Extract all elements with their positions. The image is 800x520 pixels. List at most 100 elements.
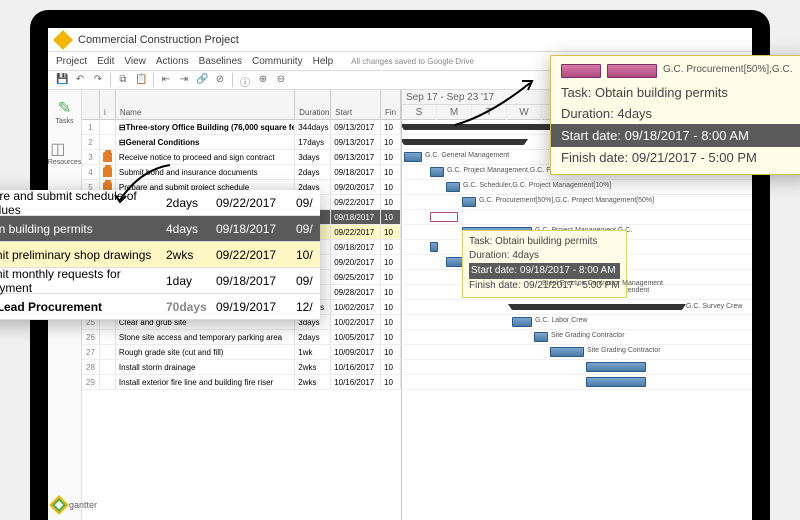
table-row[interactable]: omit preliminary shop drawings2wks09/22/… — [0, 242, 320, 268]
gantt-bar[interactable] — [404, 139, 524, 145]
menu-help[interactable]: Help — [313, 56, 334, 67]
sidebar-tasks[interactable]: ✎ Tasks — [55, 98, 75, 125]
task-start[interactable]: 09/22/2017 — [331, 195, 381, 209]
col-info[interactable]: i — [100, 90, 116, 119]
table-row[interactable]: 26Stone site access and temporary parkin… — [82, 330, 401, 345]
gantt-row[interactable]: Site Grading Contractor — [402, 345, 752, 360]
table-row[interactable]: 29Install exterior fire line and buildin… — [82, 375, 401, 390]
gantt-row[interactable]: G.C. Procurement[50%],G.C. Project Manag… — [402, 195, 752, 210]
task-finish[interactable]: 10 — [381, 255, 401, 269]
table-row[interactable]: g Lead Procurement70days09/19/201712/ — [0, 294, 320, 320]
task-duration[interactable]: 2wks — [295, 375, 331, 389]
task-start[interactable]: 09/13/2017 — [331, 150, 381, 164]
undo-icon[interactable]: ↶ — [74, 74, 86, 86]
table-row[interactable]: tain building permits4days09/18/201709/ — [0, 216, 320, 242]
task-finish[interactable]: 10 — [381, 225, 401, 239]
task-finish[interactable]: 10 — [381, 240, 401, 254]
redo-icon[interactable]: ↷ — [92, 74, 104, 86]
task-finish[interactable]: 10 — [381, 285, 401, 299]
unlink-icon[interactable]: ⊘ — [214, 74, 226, 86]
gantt-row[interactable]: G.C. Survey Crew — [402, 300, 752, 315]
sidebar-resources[interactable]: ◫ Resources — [48, 139, 81, 166]
table-row[interactable]: 1⊟Three-story Office Building (76,000 sq… — [82, 120, 401, 135]
task-finish[interactable]: 10 — [381, 270, 401, 284]
gantt-row[interactable]: Site Grading Contractor — [402, 330, 752, 345]
outdent-icon[interactable]: ⇤ — [160, 74, 172, 86]
task-start[interactable]: 09/13/2017 — [331, 135, 381, 149]
gantt-bar[interactable]: G.C. Procurement[50%],G.C. Project Manag… — [462, 197, 476, 207]
task-finish[interactable]: 10 — [381, 300, 401, 314]
task-start[interactable]: 09/18/2017 — [331, 165, 381, 179]
task-finish[interactable]: 10 — [381, 195, 401, 209]
task-name[interactable]: Stone site access and temporary parking … — [116, 330, 295, 344]
task-finish[interactable]: 10 — [381, 120, 401, 134]
task-finish[interactable]: 10 — [381, 345, 401, 359]
task-start[interactable]: 10/16/2017 — [331, 375, 381, 389]
task-finish[interactable]: 10 — [381, 135, 401, 149]
table-row[interactable]: 4Submit bond and insurance documents2day… — [82, 165, 401, 180]
task-name[interactable]: ⊟General Conditions — [116, 135, 295, 149]
gantt-row[interactable] — [402, 360, 752, 375]
table-row[interactable]: pare and submit schedule of values2days0… — [0, 190, 320, 216]
task-duration[interactable]: 2days — [295, 165, 331, 179]
menu-actions[interactable]: Actions — [156, 56, 189, 67]
indent-icon[interactable]: ⇥ — [178, 74, 190, 86]
task-start[interactable]: 10/02/2017 — [331, 300, 381, 314]
task-duration[interactable]: 3days — [295, 150, 331, 164]
col-name[interactable]: Name — [116, 90, 295, 119]
gantt-bar[interactable] — [586, 377, 646, 387]
col-start[interactable]: Start — [331, 90, 381, 119]
gantt-bar[interactable] — [586, 362, 646, 372]
gantt-bar[interactable] — [430, 212, 458, 222]
gantt-row[interactable] — [402, 375, 752, 390]
gantt-row[interactable] — [402, 210, 752, 225]
gantt-bar[interactable]: Site Grading Contractor — [550, 347, 584, 357]
task-finish[interactable]: 10 — [381, 180, 401, 194]
gantt-bar[interactable]: G.C. Scheduler,G.C. Project Management[1… — [446, 182, 460, 192]
task-duration[interactable]: 17days — [295, 135, 331, 149]
table-row[interactable]: 27Rough grade site (cut and fill)1wk10/0… — [82, 345, 401, 360]
zoom-in-icon[interactable]: ⊕ — [257, 74, 269, 86]
task-name[interactable]: Submit bond and insurance documents — [116, 165, 295, 179]
menu-project[interactable]: Project — [56, 56, 87, 67]
task-finish[interactable]: 10 — [381, 315, 401, 329]
gantt-row[interactable]: G.C. Scheduler,G.C. Project Management[1… — [402, 180, 752, 195]
task-finish[interactable]: 10 — [381, 150, 401, 164]
col-finish[interactable]: Fin — [381, 90, 401, 119]
gantt-row[interactable]: G.C. Labor Crew — [402, 315, 752, 330]
table-row[interactable]: 3Receive notice to proceed and sign cont… — [82, 150, 401, 165]
paste-icon[interactable]: 📋 — [135, 74, 147, 86]
task-duration[interactable]: 344days — [295, 120, 331, 134]
task-name[interactable]: Install exterior fire line and building … — [116, 375, 295, 389]
info-icon[interactable]: ⓘ — [239, 74, 251, 86]
task-name[interactable]: ⊟Three-story Office Building (76,000 squ… — [116, 120, 295, 134]
gantt-bar[interactable]: G.C. Labor Crew — [512, 317, 532, 327]
task-name[interactable]: Rough grade site (cut and fill) — [116, 345, 295, 359]
task-name[interactable]: Install storm drainage — [116, 360, 295, 374]
menu-baselines[interactable]: Baselines — [199, 56, 242, 67]
copy-icon[interactable]: ⧉ — [117, 74, 129, 86]
gantt-bar[interactable]: G.C. Survey Crew — [512, 304, 682, 310]
task-start[interactable]: 09/20/2017 — [331, 255, 381, 269]
task-duration[interactable]: 1wk — [295, 345, 331, 359]
col-duration[interactable]: Duration — [295, 90, 331, 119]
task-finish[interactable]: 10 — [381, 360, 401, 374]
task-name[interactable]: Receive notice to proceed and sign contr… — [116, 150, 295, 164]
task-finish[interactable]: 10 — [381, 165, 401, 179]
task-start[interactable]: 09/28/2017 — [331, 285, 381, 299]
gantt-bar[interactable]: G.C. General Management — [404, 152, 422, 162]
task-finish[interactable]: 10 — [381, 330, 401, 344]
task-finish[interactable]: 10 — [381, 375, 401, 389]
table-row[interactable]: omit monthly requests for payment1day09/… — [0, 268, 320, 294]
task-start[interactable]: 09/20/2017 — [331, 180, 381, 194]
task-start[interactable]: 09/18/2017 — [331, 210, 381, 224]
menu-view[interactable]: View — [124, 56, 146, 67]
task-start[interactable]: 10/02/2017 — [331, 315, 381, 329]
task-start[interactable]: 10/05/2017 — [331, 330, 381, 344]
task-start[interactable]: 09/25/2017 — [331, 270, 381, 284]
task-finish[interactable]: 10 — [381, 210, 401, 224]
task-duration[interactable]: 2days — [295, 330, 331, 344]
task-duration[interactable]: 2wks — [295, 360, 331, 374]
table-row[interactable]: 28Install storm drainage2wks10/16/201710 — [82, 360, 401, 375]
zoom-out-icon[interactable]: ⊖ — [275, 74, 287, 86]
